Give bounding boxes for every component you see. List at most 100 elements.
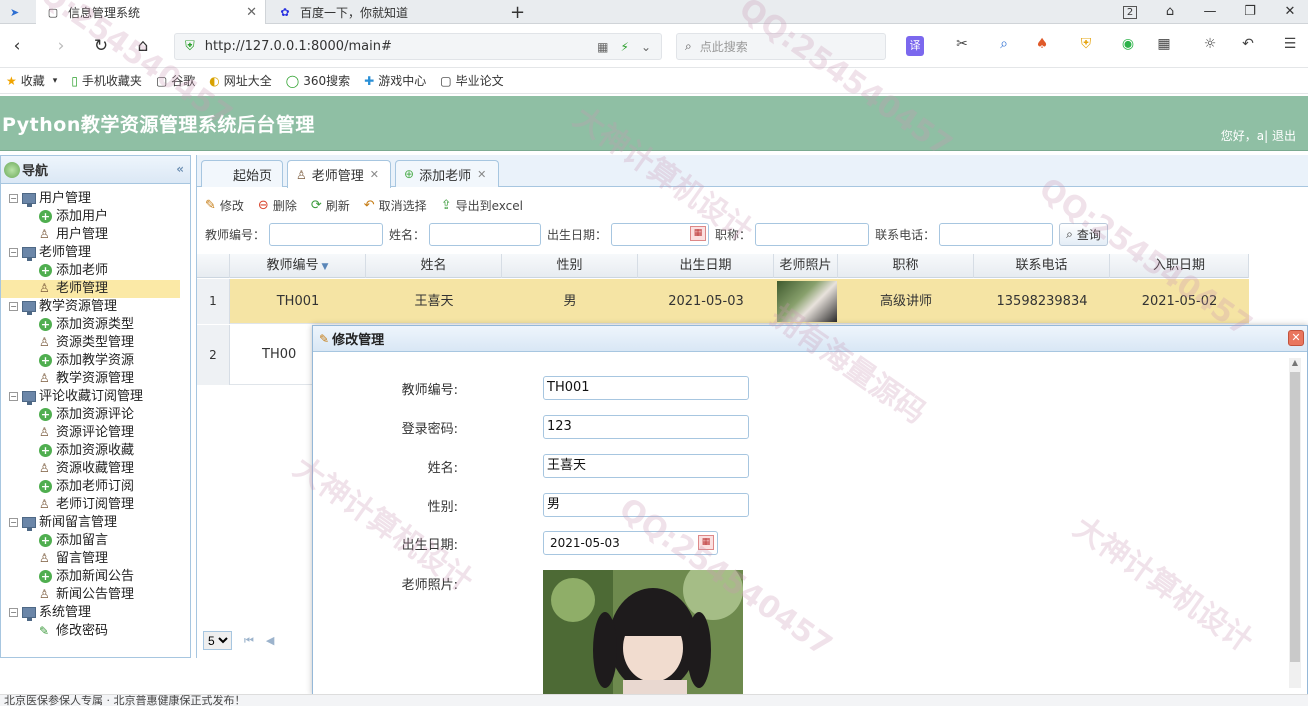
chevron-down-icon[interactable]: ⌄	[641, 40, 651, 54]
forward-icon[interactable]: ›	[50, 35, 72, 57]
qr-icon[interactable]: ▦	[597, 40, 608, 54]
bookmark-google[interactable]: ▢ 谷歌	[156, 72, 195, 89]
sidebar-item[interactable]: ♙ 资源类型管理	[1, 334, 190, 352]
magnifier-icon[interactable]: ⌕	[992, 36, 1016, 56]
table-row[interactable]: 1 TH001 王喜天 男 2021-05-03 高级讲师 1359823983…	[197, 279, 1249, 324]
collapse-toggle-icon[interactable]: −	[9, 302, 18, 311]
tab-start-page[interactable]: 起始页	[201, 160, 283, 187]
birth-date-field[interactable]: 2021-05-03 ▦	[543, 531, 718, 555]
col-teacher-no[interactable]: 教师编号 ▼	[230, 254, 366, 278]
sidebar-item[interactable]: ♙ 留言管理	[1, 550, 190, 568]
sidebar-item[interactable]: + 添加教学资源	[1, 352, 190, 370]
menu-icon[interactable]: ☰	[1278, 36, 1302, 56]
gender-field[interactable]: 男	[543, 493, 749, 517]
reload-icon[interactable]: ↻	[90, 35, 112, 57]
sidebar-item[interactable]: ✎ 修改密码	[1, 622, 190, 640]
prev-page-icon[interactable]: ◀	[266, 634, 274, 647]
close-icon[interactable]: ✕	[477, 168, 486, 181]
status-news[interactable]: 北京医保参保人专属 · 北京普惠健康保正式发布！	[4, 695, 246, 706]
scissors-icon[interactable]: ✂	[950, 36, 974, 56]
tab-add-teacher[interactable]: ⊕ 添加老师 ✕	[395, 160, 499, 187]
grid-icon[interactable]: ▦	[1152, 36, 1176, 56]
col-photo[interactable]: 老师照片	[774, 254, 838, 278]
sidebar-item[interactable]: + 添加资源收藏	[1, 442, 190, 460]
collapse-toggle-icon[interactable]: −	[9, 518, 18, 527]
sidebar-group[interactable]: − 老师管理	[1, 244, 190, 262]
home-icon[interactable]: ⌂	[132, 35, 154, 57]
browser-logo[interactable]: ➤	[0, 0, 36, 24]
col-join-date[interactable]: 入职日期	[1110, 254, 1249, 278]
sidebar-item[interactable]: + 添加用户	[1, 208, 190, 226]
sidebar-group[interactable]: − 评论收藏订阅管理	[1, 388, 190, 406]
sidebar-group[interactable]: − 教学资源管理	[1, 298, 190, 316]
maximize-icon[interactable]: ❐	[1236, 2, 1264, 22]
scrollbar-thumb[interactable]	[1290, 372, 1300, 662]
name-input[interactable]	[429, 222, 542, 246]
shield-guard-icon[interactable]: ⛨	[1074, 36, 1098, 56]
birth-date-picker[interactable]: ▦	[611, 222, 715, 246]
bookmark-mobile[interactable]: ▯ 手机收藏夹	[71, 72, 142, 89]
sidebar-item[interactable]: ♙ 资源评论管理	[1, 424, 190, 442]
collapse-icon[interactable]: «	[176, 162, 184, 176]
password-field[interactable]: 123	[543, 415, 749, 439]
bookmark-thesis[interactable]: ▢ 毕业论文	[440, 72, 503, 89]
query-button[interactable]: ⌕ 查询	[1059, 222, 1108, 246]
translate-icon[interactable]: 译	[906, 36, 924, 56]
sidebar-item[interactable]: ♙ 教学资源管理	[1, 370, 190, 388]
sidebar-group[interactable]: − 新闻留言管理	[1, 514, 190, 532]
close-icon[interactable]: ✕	[246, 5, 257, 20]
collapse-toggle-icon[interactable]: −	[9, 608, 18, 617]
tab-teacher-manage[interactable]: ♙ 老师管理 ✕	[287, 160, 391, 188]
edit-button[interactable]: ✎ 修改	[205, 197, 244, 214]
col-title[interactable]: 职称	[838, 254, 974, 278]
sidebar-item[interactable]: ♙ 用户管理	[1, 226, 190, 244]
lightning-icon[interactable]: ⚡	[621, 40, 629, 54]
bookmark-favorites[interactable]: ★ 收藏 ▾	[6, 72, 57, 89]
gamepad-icon[interactable]: ♠	[1030, 36, 1054, 56]
sidebar-item[interactable]: ♙ 新闻公告管理	[1, 586, 190, 604]
first-page-icon[interactable]: ⏮	[244, 634, 254, 648]
sidebar-item[interactable]: + 添加老师	[1, 262, 190, 280]
sidebar-item[interactable]: + 添加资源类型	[1, 316, 190, 334]
sidebar-item[interactable]: + 添加留言	[1, 532, 190, 550]
col-gender[interactable]: 性别	[502, 254, 638, 278]
bookmark-360search[interactable]: ◯ 360搜索	[286, 72, 350, 89]
browser-tab-baidu[interactable]: ✿ 百度一下，你就知道	[268, 0, 498, 24]
shirt-icon[interactable]: ⌂	[1156, 2, 1184, 22]
teacher-no-input[interactable]	[269, 222, 384, 246]
sidebar-item[interactable]: + 添加新闻公告	[1, 568, 190, 586]
dialog-scrollbar[interactable]: ▲	[1289, 358, 1301, 688]
minimize-icon[interactable]: —	[1196, 2, 1224, 22]
user-greeting[interactable]: 您好，a| 退出	[1221, 127, 1296, 144]
sidebar-item[interactable]: + 添加老师订阅	[1, 478, 190, 496]
page-size-select[interactable]: 5	[203, 631, 232, 650]
browser-tab-info-system[interactable]: ▢ 信息管理系统 ✕	[36, 0, 266, 24]
new-tab-button[interactable]: +	[500, 0, 534, 24]
chevron-up-icon[interactable]: ▲	[1289, 358, 1301, 370]
sidebar-item[interactable]: ♙ 老师订阅管理	[1, 496, 190, 514]
brightness-icon[interactable]: ☼	[1198, 36, 1222, 56]
sidebar-group[interactable]: − 用户管理	[1, 190, 190, 208]
collapse-toggle-icon[interactable]: −	[9, 194, 18, 203]
col-phone[interactable]: 联系电话	[974, 254, 1110, 278]
name-field[interactable]: 王喜天	[543, 454, 749, 478]
undo-icon[interactable]: ↶	[1236, 36, 1260, 56]
close-icon[interactable]: ✕	[370, 168, 379, 181]
delete-button[interactable]: ⊖ 删除	[258, 197, 297, 214]
export-excel-button[interactable]: ⇪ 导出到excel	[441, 197, 523, 214]
calendar-icon[interactable]: ▦	[698, 535, 714, 550]
teacher-no-field[interactable]: TH001	[543, 376, 749, 400]
unselect-button[interactable]: ↶ 取消选择	[364, 197, 427, 214]
back-icon[interactable]: ‹	[6, 35, 28, 57]
address-bar[interactable]: ⛨ http://127.0.0.1:8000/main# ▦ ⚡ ⌄	[174, 33, 662, 60]
dialog-close-button[interactable]: ✕	[1288, 330, 1304, 346]
bookmark-hao[interactable]: ◐ 网址大全	[209, 72, 272, 89]
col-name[interactable]: 姓名	[366, 254, 502, 278]
bookmark-games[interactable]: ✚ 游戏中心	[364, 72, 426, 89]
phone-input[interactable]	[939, 222, 1054, 246]
search-input[interactable]: ⌕ 点此搜索	[676, 33, 886, 60]
window-close-icon[interactable]: ✕	[1276, 2, 1304, 22]
sidebar-item[interactable]: ♙ 资源收藏管理	[1, 460, 190, 478]
title-input[interactable]	[755, 222, 870, 246]
refresh-button[interactable]: ⟳ 刷新	[311, 197, 350, 214]
